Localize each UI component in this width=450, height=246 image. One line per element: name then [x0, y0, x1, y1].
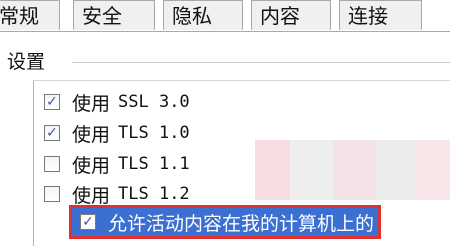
- tab-privacy[interactable]: 隐私: [163, 0, 243, 30]
- option-protocol: TLS 1.1: [118, 154, 190, 174]
- pixelated-overlay: [255, 140, 450, 200]
- checkbox-checked-icon[interactable]: ✓: [44, 125, 60, 141]
- checkbox-unchecked-icon[interactable]: [44, 156, 60, 172]
- tab-security[interactable]: 安全: [73, 0, 155, 30]
- tab-general[interactable]: 常规: [0, 0, 60, 30]
- tab-connections[interactable]: 连接: [339, 0, 422, 30]
- checkbox-unchecked-icon[interactable]: [44, 186, 60, 202]
- option-prefix: 使用: [72, 92, 111, 115]
- option-protocol: TLS 1.2: [118, 184, 190, 204]
- checkbox-checked-icon[interactable]: ✓: [44, 94, 60, 110]
- option-prefix: 使用: [72, 184, 111, 207]
- option-ssl30[interactable]: ✓ 使用 SSL 3.0: [44, 90, 190, 115]
- option-protocol: SSL 3.0: [118, 92, 190, 112]
- tab-content[interactable]: 内容: [251, 0, 331, 30]
- option-tls10[interactable]: ✓ 使用 TLS 1.0: [44, 121, 190, 146]
- option-label: 允许活动内容在我的计算机上的: [108, 212, 375, 235]
- option-protocol: TLS 1.0: [118, 123, 190, 143]
- checkbox-checked-icon[interactable]: ✓: [80, 214, 96, 230]
- group-divider: [72, 62, 450, 63]
- option-prefix: 使用: [72, 154, 111, 177]
- option-tls12[interactable]: 使用 TLS 1.2: [44, 182, 190, 207]
- settings-group-label: 设置: [7, 51, 46, 73]
- option-tls11[interactable]: 使用 TLS 1.1: [44, 152, 190, 177]
- tab-bar: 常规 安全 隐私 内容 连接: [0, 0, 450, 32]
- option-prefix: 使用: [72, 123, 111, 146]
- option-allow-active-content[interactable]: ✓ 允许活动内容在我的计算机上的: [68, 205, 382, 239]
